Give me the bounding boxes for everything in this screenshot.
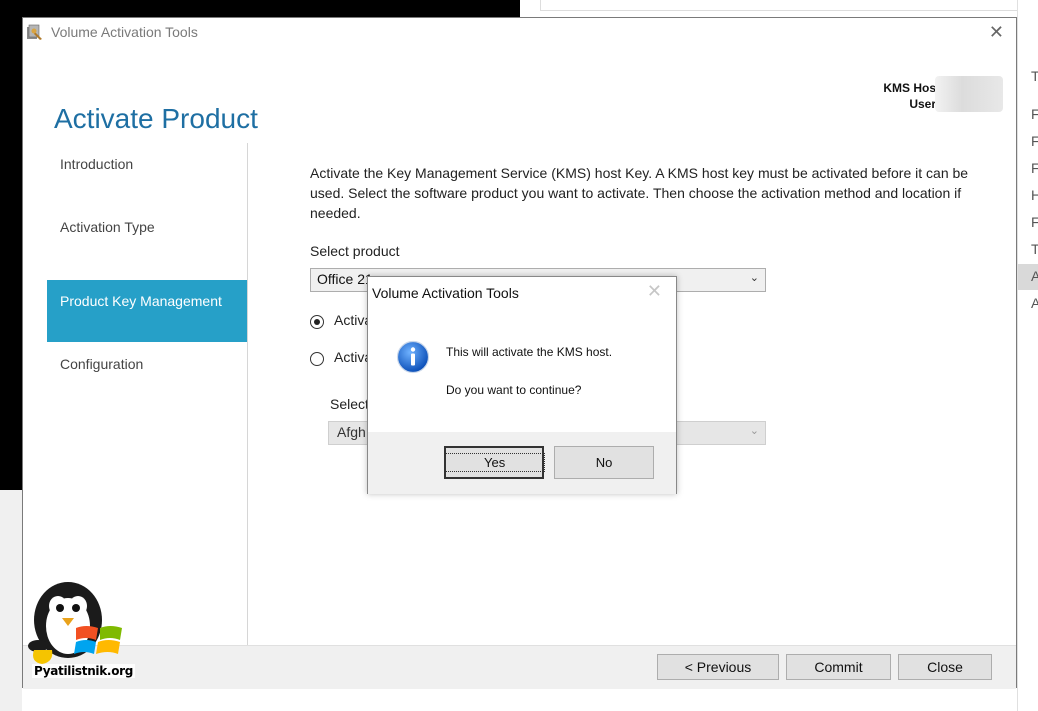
previous-button[interactable]: < Previous (657, 654, 779, 680)
penguin-windows-logo-icon (28, 582, 122, 664)
blurred-info (935, 76, 1003, 112)
confirm-dialog: Volume Activation Tools ✕ This will acti… (367, 276, 677, 494)
window-close-icon[interactable]: ✕ (989, 22, 1004, 43)
product-select-value: Office 21 (317, 271, 373, 287)
background-letter: T (1031, 68, 1038, 84)
dialog-message: This will activate the KMS host. (446, 345, 613, 359)
site-logo-text: Pyatilistnik.org (32, 664, 136, 678)
page-title: Activate Product (54, 102, 258, 134)
location-select-value: Afgh (337, 424, 366, 440)
background-letter: A (1031, 295, 1038, 311)
app-icon (27, 24, 42, 40)
background-window-top (540, 0, 1038, 11)
background-letter: T (1031, 241, 1038, 257)
commit-button[interactable]: Commit (786, 654, 891, 680)
dialog-close-icon[interactable]: ✕ (647, 281, 662, 302)
dialog-title: Volume Activation Tools (372, 285, 519, 301)
title-bar[interactable]: Volume Activation Tools ✕ (23, 18, 1016, 48)
background-letter: F (1031, 214, 1038, 230)
background-letter: A (1031, 268, 1038, 284)
activation-method-radio-1[interactable] (310, 315, 324, 329)
close-button[interactable]: Close (898, 654, 992, 680)
no-button[interactable]: No (554, 446, 654, 479)
yes-button[interactable]: Yes (443, 446, 546, 479)
description-text: Activate the Key Management Service (KMS… (310, 165, 969, 221)
kms-host-label: KMS Hos (883, 81, 936, 95)
no-button-label: No (595, 455, 613, 470)
chevron-down-icon: ⌄ (749, 425, 759, 437)
background-letter: F (1031, 133, 1038, 149)
background-letter: F (1031, 106, 1038, 122)
info-icon (396, 340, 430, 374)
kms-user-label: User (909, 97, 936, 111)
site-logo: Pyatilistnik.org (24, 580, 136, 686)
nav-item-introduction[interactable]: Introduction (47, 143, 247, 205)
wizard-footer: < Previous Commit Close (23, 645, 1016, 689)
content-area: Activate the Key Management Service (KMS… (310, 163, 970, 445)
kms-host-info: KMS Hos User (883, 80, 936, 112)
nav-item-product-key-management[interactable]: Product Key Management (47, 280, 247, 342)
background-letter: F (1031, 160, 1038, 176)
select-location-label: Select (330, 396, 369, 412)
nav-item-activation-type[interactable]: Activation Type (47, 206, 247, 268)
wizard-nav: Introduction Activation Type Product Key… (47, 143, 248, 645)
background-window-left (0, 490, 22, 711)
window-title: Volume Activation Tools (51, 24, 198, 40)
background-desktop (0, 0, 520, 18)
background-letter: H (1031, 187, 1038, 203)
chevron-down-icon: ⌄ (749, 272, 759, 284)
activation-method-radio-2[interactable] (310, 352, 324, 366)
select-product-label: Select product (310, 243, 400, 259)
dialog-footer: Yes No (368, 432, 676, 494)
background-desktop-left (0, 0, 22, 490)
dialog-question: Do you want to continue? (446, 383, 582, 397)
yes-button-label: Yes (443, 453, 546, 472)
nav-item-configuration[interactable]: Configuration (47, 343, 247, 405)
